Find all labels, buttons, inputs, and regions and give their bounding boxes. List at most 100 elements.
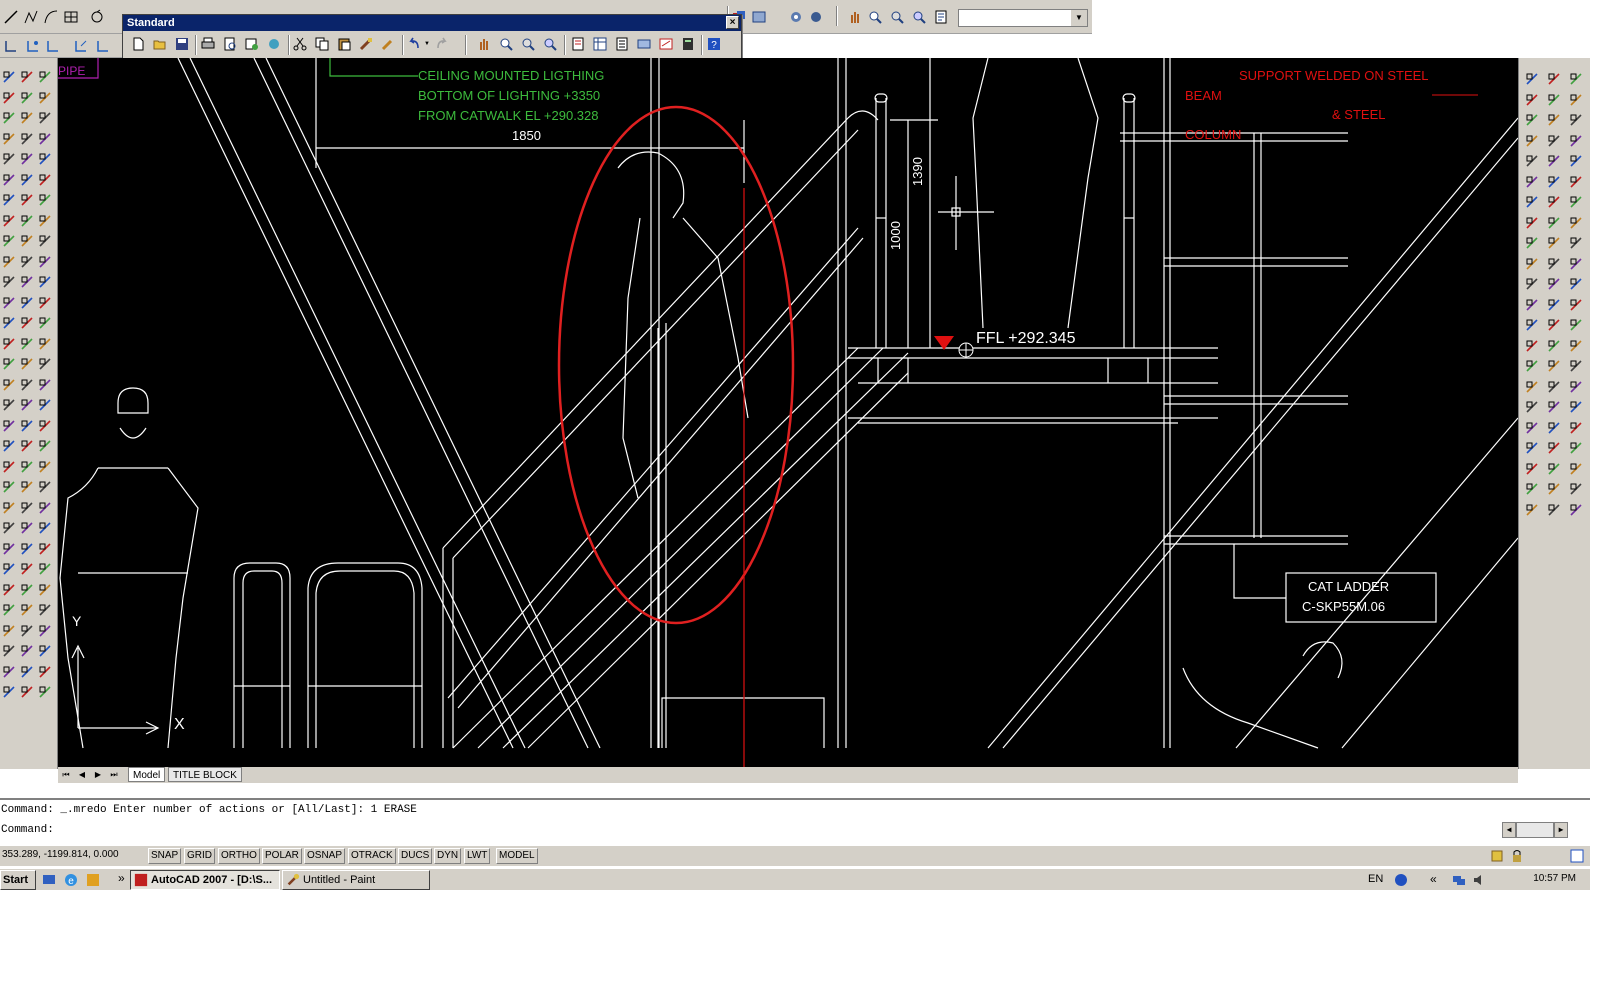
- modify-tool-icon[interactable]: [0, 417, 18, 435]
- layer-tool-icon[interactable]: [0, 663, 18, 681]
- camera-tool-icon[interactable]: [1567, 111, 1585, 129]
- layer-tool-icon[interactable]: [18, 355, 36, 373]
- previous-layout-arrow-icon[interactable]: ◀: [76, 768, 88, 781]
- snap-tool-icon[interactable]: [0, 314, 18, 332]
- solid-tool-icon[interactable]: [1567, 501, 1585, 519]
- block-tool-icon[interactable]: [36, 68, 54, 86]
- hatch-tool-icon[interactable]: [36, 89, 54, 107]
- draw-tool-icon[interactable]: [36, 437, 54, 455]
- modify-tool-icon[interactable]: [18, 273, 36, 291]
- modify-tool-icon[interactable]: [36, 130, 54, 148]
- render-tool-icon[interactable]: [1523, 111, 1541, 129]
- redo-icon[interactable]: [433, 35, 451, 53]
- sheet-set-manager-icon[interactable]: [635, 35, 653, 53]
- text-tool-icon[interactable]: [18, 294, 36, 312]
- modify-tool-icon[interactable]: [36, 294, 54, 312]
- command-scroll-right-icon[interactable]: ▶: [1554, 822, 1568, 838]
- block-tool-icon[interactable]: [36, 232, 54, 250]
- light-tool-icon[interactable]: [1567, 460, 1585, 478]
- network-icon[interactable]: [1450, 871, 1468, 889]
- model-toggle[interactable]: MODEL: [496, 848, 538, 864]
- orbit-tool-icon[interactable]: [1523, 132, 1541, 150]
- snap-tool-icon[interactable]: [36, 355, 54, 373]
- render-tool-icon[interactable]: [1523, 275, 1541, 293]
- layer-tool-icon[interactable]: [0, 499, 18, 517]
- solid-tool-icon[interactable]: [1523, 91, 1541, 109]
- system-clock[interactable]: 10:57 PM: [1533, 873, 1576, 884]
- orbit-tool-icon[interactable]: [1567, 214, 1585, 232]
- paste-icon[interactable]: [335, 35, 353, 53]
- snap-tool-icon[interactable]: [36, 191, 54, 209]
- text-tool-icon[interactable]: [36, 478, 54, 496]
- camera-tool-icon[interactable]: [1567, 439, 1585, 457]
- text-tool-icon[interactable]: [0, 273, 18, 291]
- cursor-coordinates[interactable]: 353.289, -1199.814, 0.000: [2, 849, 119, 860]
- task-autocad[interactable]: AutoCAD 2007 - [D:\S...: [130, 870, 280, 890]
- orbit-tool-icon[interactable]: [1523, 460, 1541, 478]
- snap-toggle[interactable]: SNAP: [148, 848, 182, 864]
- orbit-tool-icon[interactable]: [1545, 501, 1563, 519]
- ucs-tool-icon[interactable]: [1545, 378, 1563, 396]
- modify-tool-icon[interactable]: [36, 458, 54, 476]
- view-tool-icon[interactable]: [1567, 152, 1585, 170]
- save-icon[interactable]: [173, 35, 191, 53]
- shade-tool-icon[interactable]: [1567, 398, 1585, 416]
- camera-tool-icon[interactable]: [1523, 357, 1541, 375]
- render-tool-icon[interactable]: [1567, 357, 1585, 375]
- show-desktop-icon[interactable]: [40, 871, 58, 889]
- ucs-tool-icon[interactable]: [1523, 173, 1541, 191]
- pan-icon[interactable]: [475, 35, 493, 53]
- light-tool-icon[interactable]: [1545, 91, 1563, 109]
- tray-expand[interactable]: «: [1430, 872, 1437, 886]
- view-tool-icon[interactable]: [1523, 70, 1541, 88]
- dimension-tool-icon[interactable]: [18, 314, 36, 332]
- plot-preview-icon[interactable]: [221, 35, 239, 53]
- tool-palettes-icon[interactable]: [613, 35, 631, 53]
- hatch-tool-icon[interactable]: [18, 68, 36, 86]
- zoom-window-icon[interactable]: [888, 8, 906, 26]
- modify-tool-icon[interactable]: [0, 253, 18, 271]
- solid-tool-icon[interactable]: [1545, 460, 1563, 478]
- camera-tool-icon[interactable]: [1567, 275, 1585, 293]
- quickcalc-icon[interactable]: [679, 35, 697, 53]
- orbit-tool-icon[interactable]: [1545, 173, 1563, 191]
- standard-toolbar[interactable]: Standard × ▼ ?: [122, 14, 742, 62]
- draw-tool-icon[interactable]: [0, 232, 18, 250]
- tab-model[interactable]: Model: [128, 767, 166, 782]
- hatch-tool-icon[interactable]: [0, 212, 18, 230]
- ortho-toggle[interactable]: ORTHO: [218, 848, 260, 864]
- dimension-tool-icon[interactable]: [36, 335, 54, 353]
- view-tool-icon[interactable]: [1523, 398, 1541, 416]
- copy-icon[interactable]: [313, 35, 331, 53]
- hatch-tool-icon[interactable]: [0, 376, 18, 394]
- ucs-tool-icon[interactable]: [1567, 255, 1585, 273]
- camera-tool-icon[interactable]: [1523, 193, 1541, 211]
- draw-tool-icon[interactable]: [36, 601, 54, 619]
- text-tool-icon[interactable]: [18, 458, 36, 476]
- zoom-previous-icon[interactable]: [910, 8, 928, 26]
- layer-tool-icon[interactable]: [0, 335, 18, 353]
- render-tool-icon[interactable]: [1567, 193, 1585, 211]
- media-player-icon[interactable]: [84, 871, 102, 889]
- solid-tool-icon[interactable]: [1567, 173, 1585, 191]
- quicklaunch-more[interactable]: »: [118, 871, 125, 885]
- new-file-icon[interactable]: [129, 35, 147, 53]
- tab-title-block[interactable]: TITLE BLOCK: [168, 767, 242, 782]
- standard-toolbar-titlebar[interactable]: Standard ×: [123, 15, 741, 31]
- block-tool-icon[interactable]: [36, 560, 54, 578]
- properties-icon[interactable]: [932, 8, 950, 26]
- table-tool-icon[interactable]: [62, 8, 80, 26]
- ucs-tool-icon[interactable]: [1523, 337, 1541, 355]
- design-center-icon[interactable]: [591, 35, 609, 53]
- design-publish-icon[interactable]: [265, 35, 283, 53]
- ucs-tool-icon[interactable]: [1567, 91, 1585, 109]
- ducs-toggle[interactable]: DUCS: [398, 848, 433, 864]
- dimension-tool-icon[interactable]: [0, 622, 18, 640]
- draw-tool-icon[interactable]: [36, 273, 54, 291]
- help-tray-icon[interactable]: [1392, 871, 1410, 889]
- zoom-realtime-icon[interactable]: [866, 8, 884, 26]
- draw-tool-icon[interactable]: [0, 396, 18, 414]
- view-tool-icon[interactable]: [1567, 480, 1585, 498]
- draw-tool-icon[interactable]: [0, 560, 18, 578]
- render-tool-icon[interactable]: [1545, 316, 1563, 334]
